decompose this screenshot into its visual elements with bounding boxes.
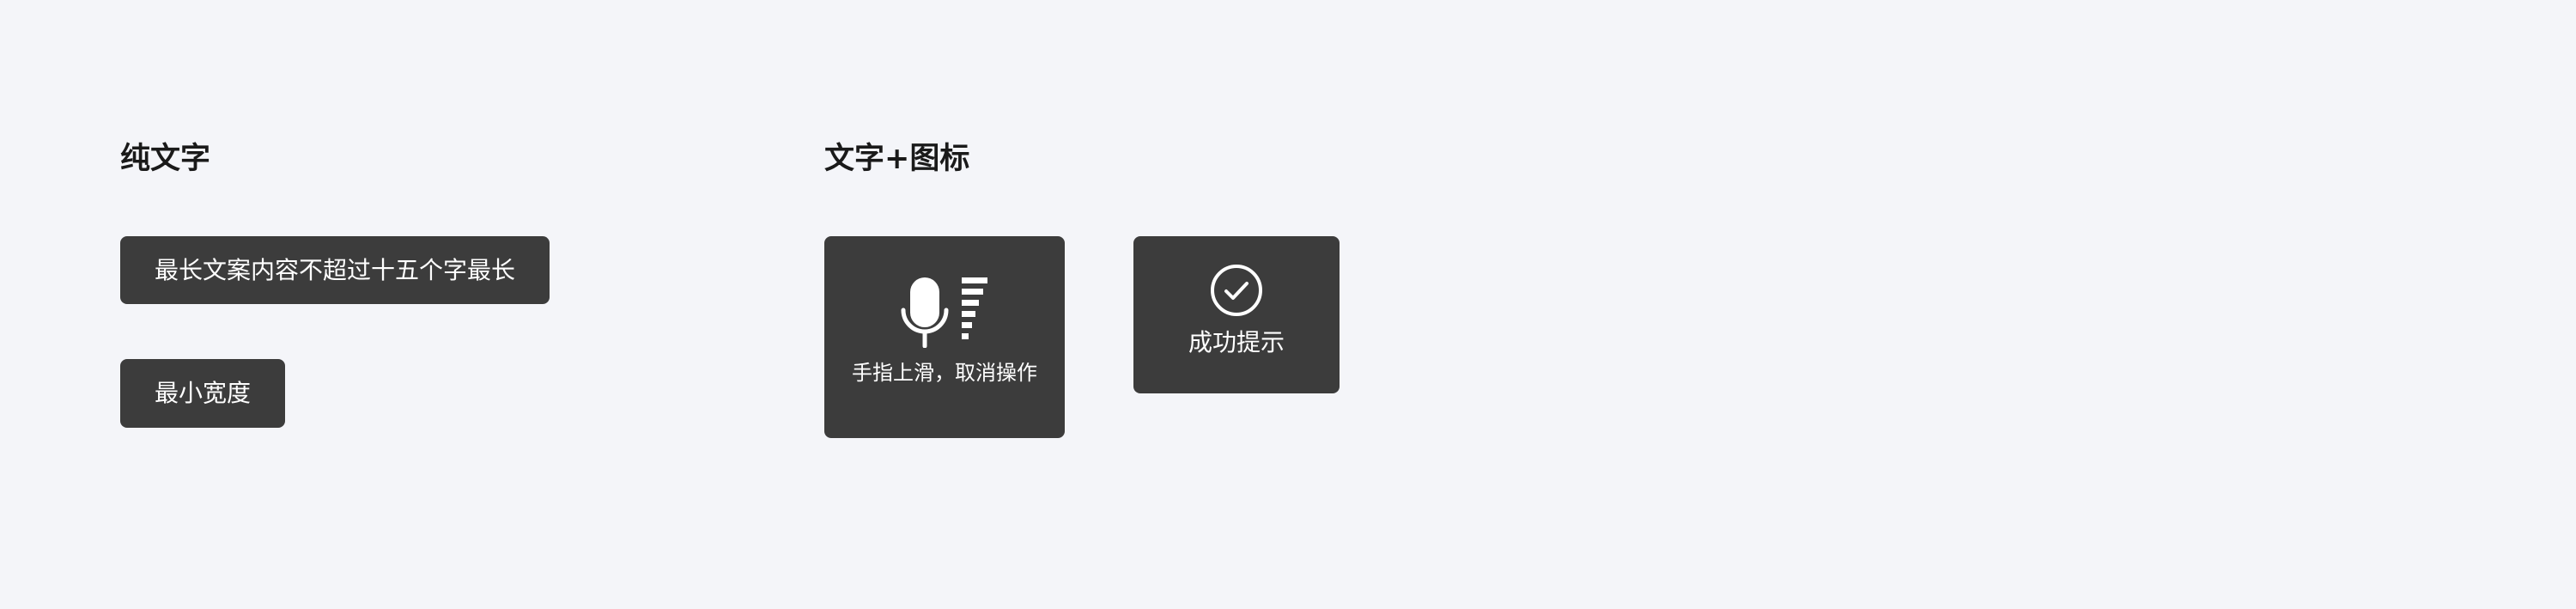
toast-success: 成功提示 [1133, 236, 1340, 393]
toast-voice-label: 手指上滑，取消操作 [852, 361, 1037, 385]
section-title-text-only: 纯文字 [120, 142, 211, 176]
section-title-text-icon: 文字+图标 [824, 142, 970, 176]
toast-voice-cancel: 手指上滑，取消操作 [824, 236, 1065, 438]
microphone-volume-icon [900, 276, 989, 348]
toast-min-width: 最小宽度 [120, 359, 285, 428]
toast-max-length: 最长文案内容不超过十五个字最长 [120, 236, 550, 304]
toast-success-label: 成功提示 [1188, 328, 1285, 356]
check-circle-icon [1210, 264, 1263, 317]
